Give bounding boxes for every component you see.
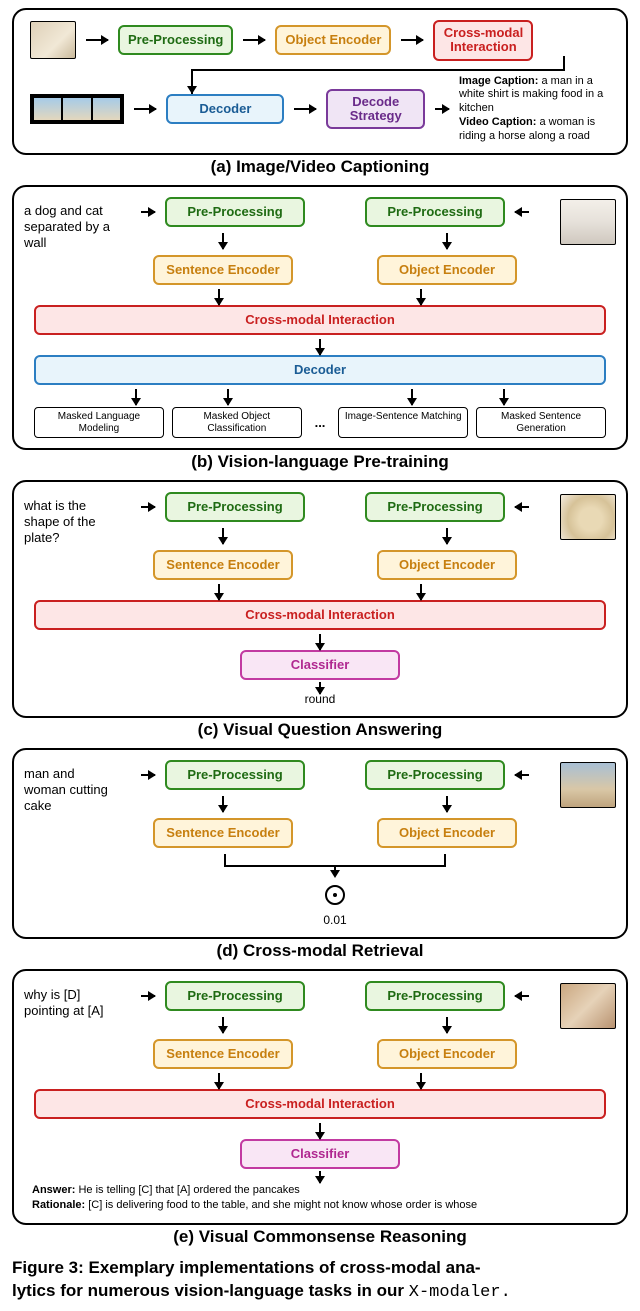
- rationale-text: [C] is delivering food to the table, and…: [85, 1199, 477, 1211]
- pre-processing-box-right: Pre-Processing: [365, 760, 505, 790]
- image-caption-label: Image Caption:: [459, 75, 538, 87]
- figure-caption-line2: lytics for numerous vision-language task…: [12, 1281, 409, 1300]
- object-encoder-box: Object Encoder: [377, 550, 517, 580]
- answer-text: He is telling [C] that [A] ordered the p…: [75, 1184, 299, 1196]
- cross-modal-interaction-box: Cross-modal Interaction: [34, 600, 606, 630]
- sentence-encoder-box: Sentence Encoder: [153, 255, 293, 285]
- image-thumbnail: [560, 494, 616, 540]
- cross-modal-interaction-box: Cross-modal Interaction: [433, 20, 533, 61]
- cross-modal-interaction-box: Cross-modal Interaction: [34, 1089, 606, 1119]
- input-text-d: man and woman cutting cake: [24, 766, 110, 813]
- image-thumbnail: [560, 762, 616, 808]
- panel-a-caption: (a) Image/Video Captioning: [0, 157, 640, 177]
- dot-product-icon: [325, 885, 345, 905]
- panel-d: man and woman cutting cake Pre-Processin…: [12, 748, 628, 939]
- panel-d-caption: (d) Cross-modal Retrieval: [0, 941, 640, 961]
- panel-a: Pre-Processing Object Encoder Cross-moda…: [12, 8, 628, 155]
- object-encoder-box: Object Encoder: [377, 255, 517, 285]
- retrieval-score: 0.01: [323, 913, 346, 927]
- task-box: Masked Language Modeling: [34, 407, 164, 438]
- classifier-box: Classifier: [240, 1139, 400, 1169]
- sentence-encoder-box: Sentence Encoder: [153, 550, 293, 580]
- input-text-c: what is the shape of the plate?: [24, 498, 110, 545]
- ellipsis: ...: [310, 407, 331, 438]
- decoder-box: Decoder: [166, 94, 284, 124]
- object-encoder-box: Object Encoder: [377, 1039, 517, 1069]
- object-encoder-box: Object Encoder: [377, 818, 517, 848]
- cross-modal-interaction-box: Cross-modal Interaction: [34, 305, 606, 335]
- figure-caption-code: X-modaler.: [409, 1283, 511, 1302]
- panel-b-caption: (b) Vision-language Pre-training: [0, 452, 640, 472]
- pre-processing-box-right: Pre-Processing: [365, 981, 505, 1011]
- image-thumbnail: [560, 983, 616, 1029]
- input-text-e: why is [D] pointing at [A]: [24, 987, 110, 1018]
- panel-b: a dog and cat separated by a wall Pre-Pr…: [12, 185, 628, 450]
- decoder-box: Decoder: [34, 355, 606, 385]
- pre-processing-box-left: Pre-Processing: [165, 197, 305, 227]
- panel-e: why is [D] pointing at [A] Pre-Processin…: [12, 969, 628, 1225]
- video-caption-label: Video Caption:: [459, 116, 536, 128]
- task-box: Masked Object Classification: [172, 407, 302, 438]
- pre-processing-box: Pre-Processing: [118, 25, 233, 55]
- sentence-encoder-box: Sentence Encoder: [153, 1039, 293, 1069]
- answer-label: Answer:: [32, 1184, 75, 1196]
- sentence-encoder-box: Sentence Encoder: [153, 818, 293, 848]
- figure-caption-line1: Figure 3: Exemplary implementations of c…: [12, 1258, 481, 1277]
- rationale-label: Rationale:: [32, 1199, 85, 1211]
- image-thumbnail: [560, 199, 616, 245]
- vcr-output: Answer: He is telling [C] that [A] order…: [32, 1183, 608, 1213]
- pre-processing-box-left: Pre-Processing: [165, 760, 305, 790]
- image-thumbnail: [30, 21, 76, 59]
- pre-processing-box-left: Pre-Processing: [165, 981, 305, 1011]
- pre-processing-box-right: Pre-Processing: [365, 492, 505, 522]
- pre-processing-box-right: Pre-Processing: [365, 197, 505, 227]
- panel-c: what is the shape of the plate? Pre-Proc…: [12, 480, 628, 718]
- caption-output: Image Caption: a man in a white shirt is…: [459, 75, 616, 144]
- pre-processing-box-left: Pre-Processing: [165, 492, 305, 522]
- decode-strategy-box: Decode Strategy: [326, 89, 425, 130]
- object-encoder-box: Object Encoder: [275, 25, 391, 55]
- task-box: Masked Sentence Generation: [476, 407, 606, 438]
- panel-c-caption: (c) Visual Question Answering: [0, 720, 640, 740]
- video-filmstrip: [30, 94, 124, 124]
- input-text-b: a dog and cat separated by a wall: [24, 203, 110, 250]
- classifier-box: Classifier: [240, 650, 400, 680]
- panel-e-caption: (e) Visual Commonsense Reasoning: [0, 1227, 640, 1247]
- task-box: Image-Sentence Matching: [338, 407, 468, 438]
- figure-caption: Figure 3: Exemplary implementations of c…: [0, 1253, 640, 1311]
